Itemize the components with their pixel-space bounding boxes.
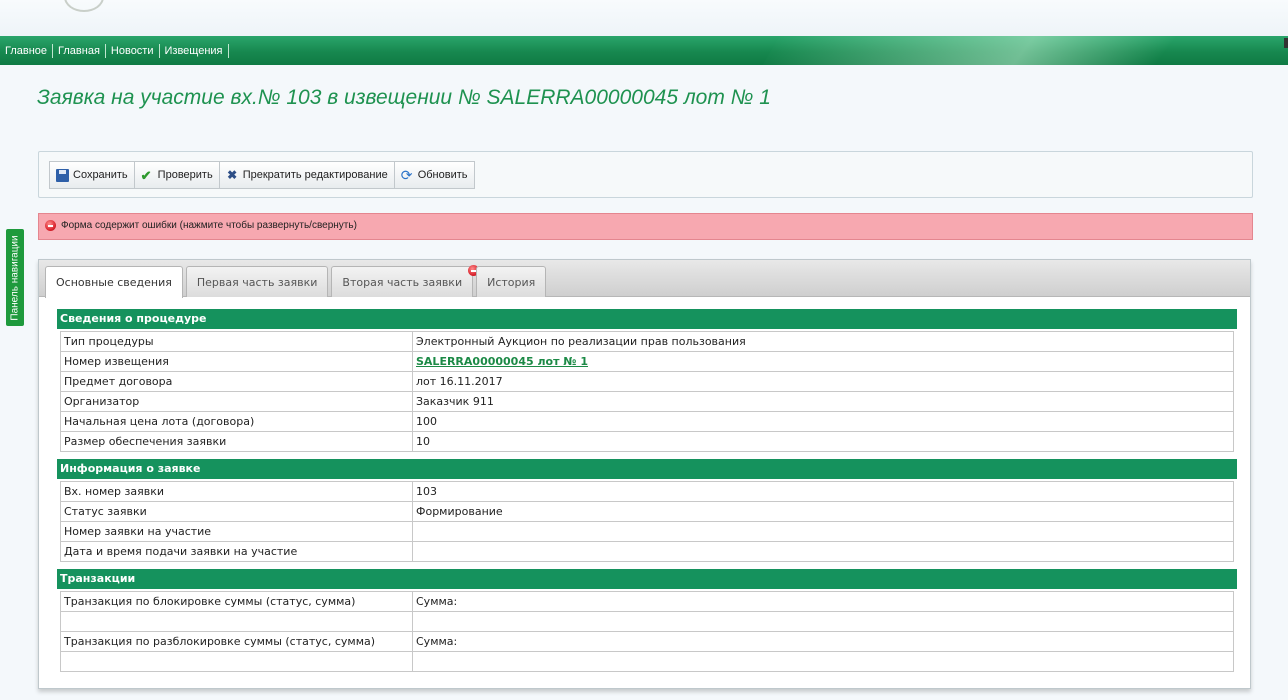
table-row: Статус заявки Формирование	[60, 501, 1234, 522]
refresh-button-label: Обновить	[417, 169, 468, 181]
toolbar-buttons: Сохранить ✔ Проверить ✖ Прекратить редак…	[49, 161, 475, 189]
row-label: Тип процедуры	[60, 331, 413, 352]
row-label	[60, 611, 413, 632]
logo	[64, 0, 104, 12]
tabs: Основные сведения Первая часть заявки Вт…	[45, 265, 547, 298]
save-button[interactable]: Сохранить	[49, 161, 135, 189]
floppy-disk-icon	[56, 168, 69, 182]
notice-number-link[interactable]: SALERRA00000045 лот № 1	[416, 355, 588, 368]
row-value	[412, 651, 1234, 672]
row-value: Сумма:	[412, 631, 1234, 652]
tab-main-info-label: Основные сведения	[56, 276, 172, 289]
row-label: Дата и время подачи заявки на участие	[60, 541, 413, 562]
row-value: Заказчик 911	[412, 391, 1234, 412]
check-button-label: Проверить	[157, 169, 213, 181]
table-row: Номер заявки на участие	[60, 521, 1234, 542]
row-value: лот 16.11.2017	[412, 371, 1234, 392]
tab-strip: Основные сведения Первая часть заявки Вт…	[39, 260, 1250, 298]
transactions-table: Транзакция по блокировке суммы (статус, …	[60, 591, 1234, 672]
section-application-header: Информация о заявке	[57, 459, 1237, 479]
table-row: Транзакция по разблокировке суммы (стату…	[60, 631, 1234, 652]
row-value	[412, 611, 1234, 632]
table-row	[60, 651, 1234, 672]
section-procedure-header: Сведения о процедуре	[57, 309, 1237, 329]
table-row: Тип процедуры Электронный Аукцион по реа…	[60, 331, 1234, 352]
main-panel: Основные сведения Первая часть заявки Вт…	[38, 259, 1251, 689]
row-value: Электронный Аукцион по реализации прав п…	[412, 331, 1234, 352]
navigation-panel-toggle[interactable]: Панель навигации	[6, 229, 24, 326]
form-errors-bar[interactable]: Форма содержит ошибки (нажмите чтобы раз…	[38, 213, 1253, 240]
row-value: Сумма:	[412, 591, 1234, 612]
row-value	[412, 521, 1234, 542]
tab-second-part-label: Вторая часть заявки	[342, 275, 463, 289]
row-label: Номер извещения	[60, 351, 413, 372]
nav-item-main[interactable]: Главное	[0, 44, 54, 58]
table-row: Организатор Заказчик 911	[60, 391, 1234, 412]
error-icon	[45, 220, 56, 231]
tab-history-label: История	[487, 275, 536, 289]
table-row: Дата и время подачи заявки на участие	[60, 541, 1234, 562]
row-label: Статус заявки	[60, 501, 413, 522]
toolbar: Сохранить ✔ Проверить ✖ Прекратить редак…	[38, 151, 1253, 198]
tab-second-part[interactable]: Вторая часть заявки	[331, 265, 480, 297]
checkmark-icon: ✔	[140, 167, 152, 183]
stop-editing-button-label: Прекратить редактирование	[242, 169, 388, 181]
row-value: 103	[412, 481, 1234, 502]
refresh-button[interactable]: ⟳ Обновить	[393, 161, 475, 189]
close-icon: ✖	[227, 167, 238, 182]
application-table: Вх. номер заявки 103 Статус заявки Форми…	[60, 481, 1234, 562]
table-row: Вх. номер заявки 103	[60, 481, 1234, 502]
tab-history[interactable]: История	[476, 266, 547, 297]
table-row	[60, 611, 1234, 632]
row-value	[412, 541, 1234, 562]
top-nav-items: Главное Главная Новости Извещения	[0, 44, 229, 58]
form-errors-text: Форма содержит ошибки (нажмите чтобы раз…	[61, 220, 357, 231]
tab-first-part-label: Первая часть заявки	[196, 275, 318, 289]
page-title: Заявка на участие вх.№ 103 в извещении №…	[37, 86, 771, 109]
row-value: 100	[412, 411, 1234, 432]
row-value: SALERRA00000045 лот № 1	[412, 351, 1234, 372]
row-value: Формирование	[412, 501, 1234, 522]
table-row: Номер извещения SALERRA00000045 лот № 1	[60, 351, 1234, 372]
refresh-icon: ⟳	[400, 166, 413, 183]
top-nav-bar: Главное Главная Новости Извещения	[0, 36, 1288, 65]
navigation-panel-label: Панель навигации	[9, 234, 21, 321]
table-row: Начальная цена лота (договора) 100	[60, 411, 1234, 432]
save-button-label: Сохранить	[73, 169, 128, 181]
stop-editing-button[interactable]: ✖ Прекратить редактирование	[218, 161, 395, 189]
nav-item-home[interactable]: Главная	[53, 44, 106, 58]
nav-item-notices[interactable]: Извещения	[160, 44, 229, 58]
row-label: Организатор	[60, 391, 413, 412]
scrollbar-edge[interactable]	[1284, 38, 1288, 48]
row-label: Размер обеспечения заявки	[60, 431, 413, 452]
row-label: Начальная цена лота (договора)	[60, 411, 413, 432]
table-row: Транзакция по блокировке суммы (статус, …	[60, 591, 1234, 612]
table-row: Размер обеспечения заявки 10	[60, 431, 1234, 452]
section-transactions-header: Транзакции	[57, 569, 1237, 589]
row-label	[60, 651, 413, 672]
row-label: Номер заявки на участие	[60, 521, 413, 542]
row-label: Предмет договора	[60, 371, 413, 392]
procedure-table: Тип процедуры Электронный Аукцион по реа…	[60, 331, 1234, 452]
tab-main-info[interactable]: Основные сведения	[45, 266, 183, 298]
row-value: 10	[412, 431, 1234, 452]
check-button[interactable]: ✔ Проверить	[133, 161, 220, 189]
row-label: Транзакция по разблокировке суммы (стату…	[60, 631, 413, 652]
row-label: Вх. номер заявки	[60, 481, 413, 502]
nav-item-news[interactable]: Новости	[106, 44, 160, 58]
table-row: Предмет договора лот 16.11.2017	[60, 371, 1234, 392]
header-strip	[0, 0, 1288, 36]
row-label: Транзакция по блокировке суммы (статус, …	[60, 591, 413, 612]
tab-first-part[interactable]: Первая часть заявки	[185, 266, 329, 297]
